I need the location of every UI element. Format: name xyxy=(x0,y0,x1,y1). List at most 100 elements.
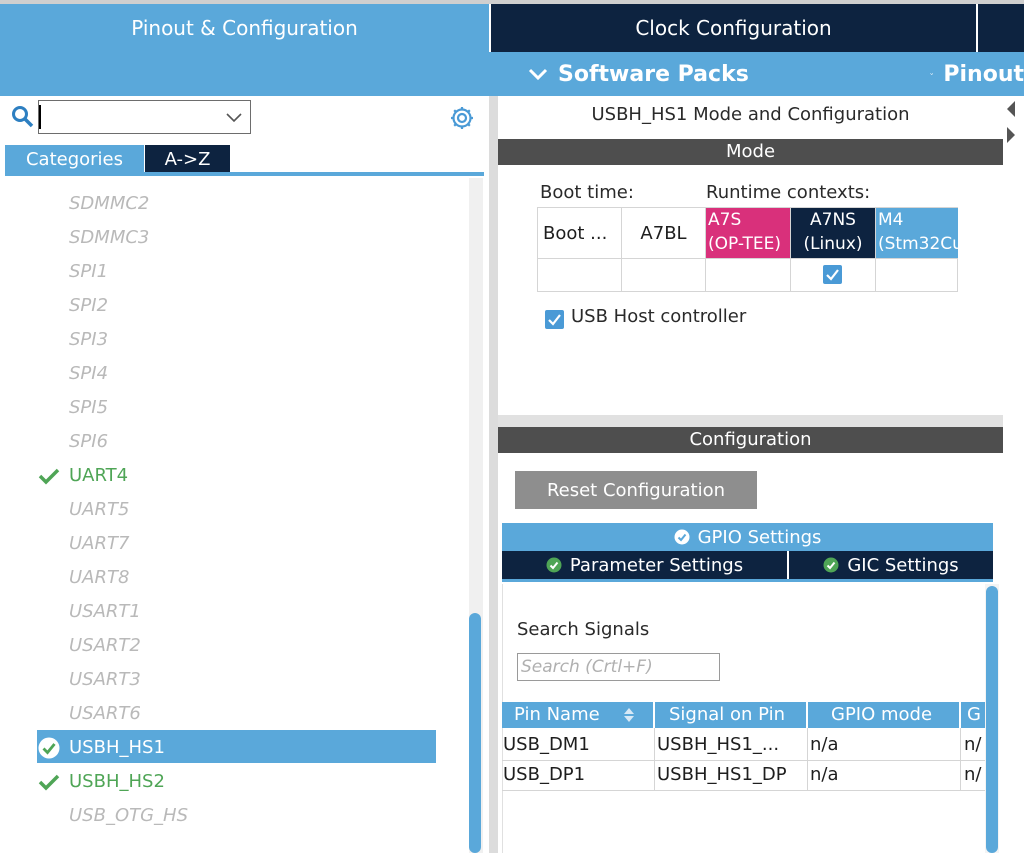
col-pin-name[interactable]: Pin Name xyxy=(502,702,653,728)
tab-clock-configuration[interactable]: Clock Configuration xyxy=(491,4,976,52)
category-item[interactable]: USB_OTG_HS xyxy=(69,801,188,831)
a7ns-column-header: A7NS (Linux) xyxy=(791,208,876,259)
category-item[interactable]: SPI4 xyxy=(69,359,108,389)
col-pin-name-label: Pin Name xyxy=(514,704,600,725)
tab-gic-settings[interactable]: GIC Settings xyxy=(789,551,993,579)
check-circle-icon xyxy=(674,529,690,545)
category-item[interactable]: SDMMC3 xyxy=(69,223,149,253)
chevron-down-icon xyxy=(528,68,548,81)
gpio-scrollbar-thumb[interactable] xyxy=(986,586,998,853)
search-signals-label: Search Signals xyxy=(517,619,650,640)
chevron-down-icon[interactable] xyxy=(225,110,243,124)
software-packs-menu[interactable]: Software Packs xyxy=(528,52,749,96)
category-item[interactable]: SPI2 xyxy=(69,291,108,321)
tab-a-z[interactable]: A->Z xyxy=(145,145,230,173)
boot-cell[interactable] xyxy=(538,259,622,292)
category-item[interactable]: USART1 xyxy=(69,597,141,627)
category-item[interactable]: UART7 xyxy=(69,529,129,559)
signal-cell[interactable]: USBH_HS1_... xyxy=(657,730,807,760)
g-cell[interactable]: n/ xyxy=(964,760,985,790)
categories-scrollbar-thumb[interactable] xyxy=(469,613,481,853)
tab-categories-label: Categories xyxy=(25,148,124,170)
col-divider xyxy=(654,728,655,790)
a7bl-cell[interactable] xyxy=(622,259,706,292)
category-item[interactable]: UART8 xyxy=(69,563,129,593)
signal-cell[interactable]: USBH_HS1_DP xyxy=(657,760,807,790)
collapse-left-icon[interactable] xyxy=(1006,100,1016,118)
reset-configuration-button[interactable]: Reset Configuration xyxy=(515,471,757,509)
a7ns-title: A7NS xyxy=(810,210,856,230)
check-circle-icon xyxy=(823,557,839,573)
right-collapse-strip xyxy=(1003,96,1024,853)
category-item[interactable]: SDMMC2 xyxy=(69,189,149,219)
category-item[interactable]: SPI5 xyxy=(69,393,108,423)
m4-subtitle: (Stm32Cube) xyxy=(878,234,958,254)
text-caret xyxy=(39,105,41,129)
a7ns-subtitle: (Linux) xyxy=(803,234,863,254)
search-icon xyxy=(12,106,34,128)
tab-more[interactable] xyxy=(978,4,1024,52)
category-item[interactable]: SPI6 xyxy=(69,427,108,457)
pinout-menu-label: Pinout xyxy=(943,61,1024,87)
a7ns-checkbox[interactable] xyxy=(823,265,842,284)
search-combo-input[interactable] xyxy=(38,100,251,134)
tab-parameter-settings[interactable]: Parameter Settings xyxy=(502,551,787,579)
tab-categories[interactable]: Categories xyxy=(5,145,144,173)
category-item[interactable]: USBH_HS1 xyxy=(69,733,165,763)
panel-divider[interactable] xyxy=(489,96,498,853)
row-divider xyxy=(502,790,985,791)
panel-title: USBH_HS1 Mode and Configuration xyxy=(591,104,910,125)
pinout-menu[interactable]: Pinout xyxy=(930,52,1024,96)
category-item[interactable]: SPI1 xyxy=(69,257,108,287)
sort-icon[interactable] xyxy=(623,707,635,723)
col-signal-on-pin[interactable]: Signal on Pin xyxy=(655,702,806,728)
tab-parameter-label: Parameter Settings xyxy=(569,554,744,576)
tab-clock-label: Clock Configuration xyxy=(635,16,832,40)
pin-name-cell[interactable]: USB_DP1 xyxy=(503,760,653,790)
tab-gic-label: GIC Settings xyxy=(847,554,959,576)
usb-host-controller-label[interactable]: USB Host controller xyxy=(571,306,746,327)
category-item[interactable]: USBH_HS2 xyxy=(69,767,165,797)
tab-underline xyxy=(5,172,484,176)
category-item[interactable]: SPI3 xyxy=(69,325,108,355)
tab-pinout-label: Pinout & Configuration xyxy=(131,16,358,40)
configuration-header: Configuration xyxy=(498,427,1003,453)
search-signals-input[interactable] xyxy=(517,653,720,681)
category-item[interactable]: USART3 xyxy=(69,665,141,695)
a7bl-column-header: A7BL xyxy=(622,208,706,259)
check-circle-icon xyxy=(546,557,562,573)
sub-toolbar xyxy=(0,52,1024,96)
runtime-contexts-label: Runtime contexts: xyxy=(706,182,871,203)
col-g[interactable]: G xyxy=(961,702,985,728)
a7s-title: A7S xyxy=(708,210,742,230)
gpio-mode-cell[interactable]: n/a xyxy=(810,760,960,790)
a7s-cell[interactable] xyxy=(706,259,791,292)
m4-title: M4 xyxy=(878,210,904,230)
chevron-down-icon xyxy=(930,73,934,76)
category-item[interactable]: UART4 xyxy=(69,461,128,491)
col-divider xyxy=(807,728,808,790)
boot-time-label: Boot time: xyxy=(540,182,634,203)
category-item[interactable]: USART6 xyxy=(69,699,141,729)
collapse-right-icon[interactable] xyxy=(1006,126,1016,144)
a7s-subtitle: (OP-TEE) xyxy=(708,234,781,254)
g-cell[interactable]: n/ xyxy=(964,730,985,760)
runtime-contexts-table: Boot ... A7BL A7S (OP-TEE) A7NS (Linux) … xyxy=(537,207,958,292)
m4-column-header: M4 (Stm32Cube) xyxy=(876,208,958,259)
software-packs-label: Software Packs xyxy=(558,61,749,87)
category-item[interactable]: UART5 xyxy=(69,495,129,525)
col-gpio-mode[interactable]: GPIO mode xyxy=(808,702,959,728)
tab-gpio-label: GPIO Settings xyxy=(697,526,822,548)
a7s-column-header: A7S (OP-TEE) xyxy=(706,208,791,259)
category-item[interactable]: USART2 xyxy=(69,631,141,661)
settings-tab-underline xyxy=(502,579,993,582)
check-icon xyxy=(38,774,60,791)
col-divider xyxy=(960,728,961,790)
gpio-mode-cell[interactable]: n/a xyxy=(810,730,960,760)
m4-cell[interactable] xyxy=(876,259,958,292)
gear-icon[interactable] xyxy=(448,104,476,132)
tab-pinout-configuration[interactable]: Pinout & Configuration xyxy=(0,4,489,52)
usb-host-controller-checkbox[interactable] xyxy=(545,310,564,329)
pin-name-cell[interactable]: USB_DM1 xyxy=(503,730,653,760)
tab-gpio-settings[interactable]: GPIO Settings xyxy=(502,523,993,551)
